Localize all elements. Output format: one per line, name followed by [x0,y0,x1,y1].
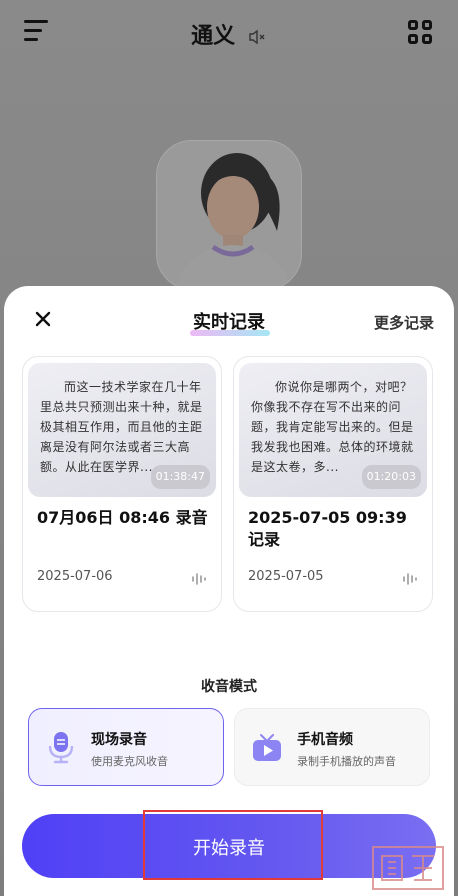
record-preview: 而这一技术学家在几十年里总共只预测出来十种，就是极其相互作用，而且他的主距离是没… [28,363,216,497]
record-card[interactable]: 你说你是哪两个，对吧？你像我不存在写不出来的问题，我肯定能写出来的。但是我发我也… [233,356,433,612]
watermark-stamp [372,846,444,890]
top-bar: 通义 [0,0,458,64]
record-title: 2025-07-05 09:39 记录 [248,508,407,549]
speaker-muted-icon[interactable] [247,27,267,47]
grid-apps-icon[interactable] [408,20,434,46]
record-preview-text: 你说你是哪两个，对吧？你像我不存在写不出来的问题，我肯定能写出来的。但是我发我也… [251,380,414,474]
mode-title: 现场录音 [91,732,147,748]
record-card[interactable]: 而这一技术学家在几十年里总共只预测出来十种，就是极其相互作用，而且他的主距离是没… [22,356,222,612]
avatar-illustration [175,153,291,289]
microphone-icon [48,732,74,764]
app-title-text: 通义 [191,24,236,49]
mode-subtitle: 录制手机播放的声音 [297,755,396,768]
sheet-title-text: 实时记录 [193,312,265,333]
audio-wave-icon [192,573,206,585]
capture-mode-label: 收音模式 [201,679,257,695]
audio-wave-icon [403,573,417,585]
record-preview-text: 而这一技术学家在几十年里总共只预测出来十种，就是极其相互作用，而且他的主距离是没… [40,380,203,474]
record-duration: 01:38:47 [150,465,210,489]
record-date: 2025-07-06 [37,569,113,584]
highlight-annotation [143,810,323,880]
mode-title: 手机音频 [297,732,353,748]
mode-phone-audio[interactable]: 手机音频 录制手机播放的声音 [234,708,430,786]
tv-play-icon [253,734,281,761]
record-preview: 你说你是哪两个，对吧？你像我不存在写不出来的问题，我肯定能写出来的。但是我发我也… [239,363,427,497]
more-records-link[interactable]: 更多记录 [374,312,434,333]
mode-subtitle: 使用麦克风收音 [91,755,168,768]
record-title: 07月06日 08:46 录音 [37,508,208,527]
record-duration: 01:20:03 [361,465,421,489]
assistant-avatar[interactable] [156,140,302,290]
record-date: 2025-07-05 [248,569,324,584]
watermark-glyph [381,855,434,881]
mode-live-recording[interactable]: 现场录音 使用麦克风收音 [28,708,224,786]
realtime-record-sheet: 实时记录 更多记录 而这一技术学家在几十年里总共只预测出来十种，就是极其相互作用… [4,286,454,896]
app-title: 通义 [0,18,458,50]
